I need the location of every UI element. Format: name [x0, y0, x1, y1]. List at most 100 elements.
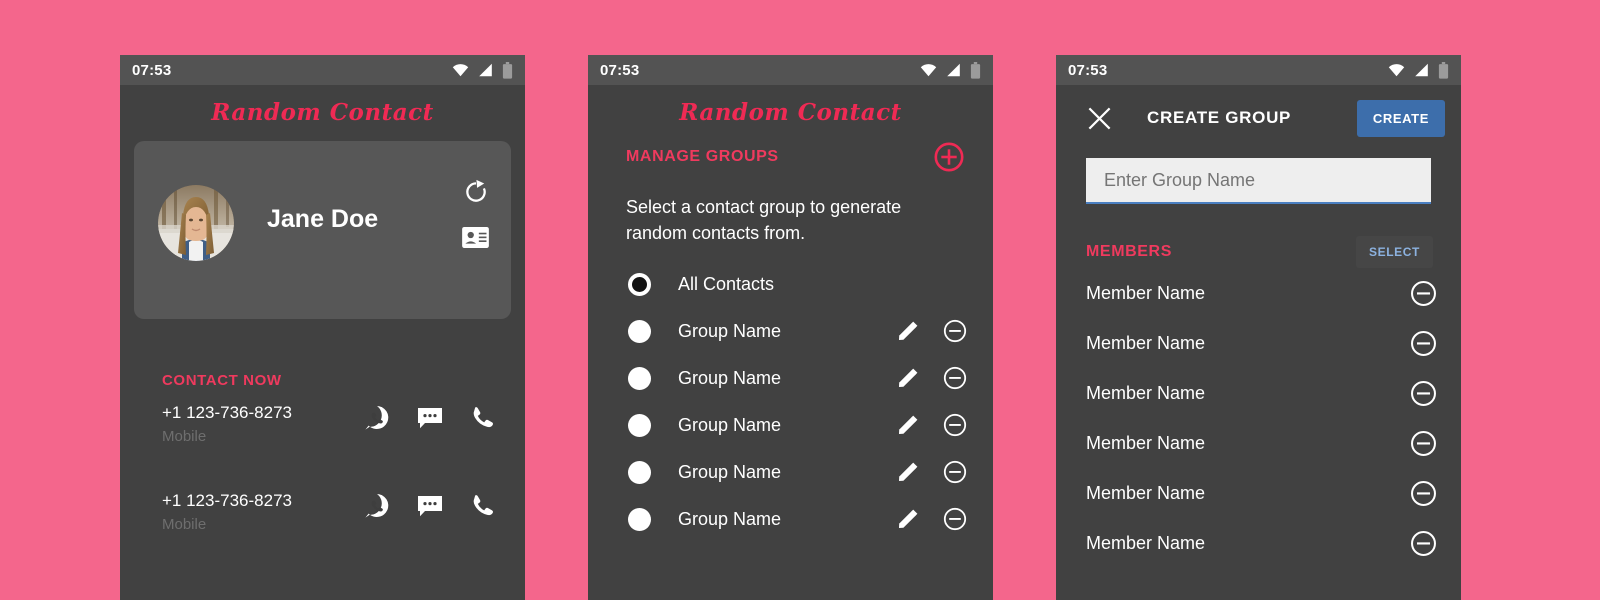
group-row[interactable]: Group Name: [588, 308, 993, 355]
member-row[interactable]: Member Name: [1056, 368, 1461, 418]
close-icon[interactable]: [1086, 105, 1113, 132]
status-bar-icons: [920, 61, 981, 79]
create-button[interactable]: CREATE: [1356, 99, 1445, 137]
group-row-tools: [897, 319, 967, 343]
status-bar-time: 07:53: [1068, 61, 1108, 79]
status-bar: 07:53: [1056, 55, 1461, 85]
member-name: Member Name: [1086, 332, 1206, 353]
battery-icon: [970, 61, 981, 79]
group-radio[interactable]: [628, 413, 651, 437]
member-list: Member Name Member Name Member Name Memb…: [1056, 268, 1461, 568]
remove-circle-icon[interactable]: [1410, 530, 1437, 557]
edit-pencil-icon[interactable]: [897, 508, 919, 530]
group-row-tools: [897, 507, 967, 531]
group-name: All Contacts: [678, 273, 775, 294]
message-icon[interactable]: [417, 495, 443, 517]
add-circle-icon[interactable]: [933, 141, 965, 173]
member-name: Member Name: [1086, 432, 1206, 453]
phone-screen-create-group: 07:53 CREATE GROUP CREATE Enter Group Na…: [1056, 55, 1461, 600]
call-icon[interactable]: [470, 406, 495, 431]
wifi-icon: [452, 64, 469, 77]
member-row[interactable]: Member Name: [1056, 418, 1461, 468]
group-row-all-contacts[interactable]: All Contacts: [588, 261, 993, 308]
group-row[interactable]: Group Name: [588, 402, 993, 449]
signal-icon: [947, 63, 960, 77]
group-list: All Contacts Group Name Group Name Group…: [588, 247, 993, 543]
group-row-tools: [897, 366, 967, 390]
screenshot-stage: 07:53 Random Contact Jane Doe CONTACT NO…: [0, 0, 1600, 600]
group-name: Group Name: [678, 414, 782, 435]
profile-name: Jane Doe: [267, 205, 379, 233]
group-radio[interactable]: [628, 460, 651, 484]
remove-circle-icon[interactable]: [1410, 430, 1437, 457]
battery-icon: [1438, 61, 1449, 79]
member-row[interactable]: Member Name: [1056, 268, 1461, 318]
remove-circle-icon[interactable]: [943, 507, 967, 531]
call-icon[interactable]: [470, 494, 495, 519]
phone-screen-manage-groups: 07:53 Random Contact MANAGE GROUPS Selec…: [588, 55, 993, 600]
remove-circle-icon[interactable]: [1410, 280, 1437, 307]
contact-action-icons: [364, 405, 495, 431]
edit-pencil-icon[interactable]: [897, 461, 919, 483]
contact-row[interactable]: +1 123-736-8273 Mobile: [120, 477, 525, 565]
group-row[interactable]: Group Name: [588, 449, 993, 496]
group-row[interactable]: Group Name: [588, 496, 993, 543]
group-row-tools: [897, 413, 967, 437]
whatsapp-icon[interactable]: [364, 405, 390, 431]
wifi-icon: [1388, 64, 1405, 77]
app-logo: Random Contact: [211, 99, 434, 126]
create-group-appbar: CREATE GROUP CREATE: [1056, 85, 1461, 151]
avatar: [158, 185, 234, 261]
contact-now-title: CONTACT NOW: [162, 372, 282, 389]
message-icon[interactable]: [417, 407, 443, 429]
group-name-input[interactable]: [1102, 168, 1415, 192]
edit-pencil-icon[interactable]: [897, 367, 919, 389]
members-header: MEMBERS SELECT: [1056, 204, 1461, 268]
group-name: Group Name: [678, 461, 782, 482]
member-row[interactable]: Member Name: [1056, 468, 1461, 518]
profile-card-actions: [462, 179, 489, 248]
member-name: Member Name: [1086, 382, 1206, 403]
manage-groups-title: MANAGE GROUPS: [626, 148, 779, 165]
signal-icon: [479, 63, 492, 77]
contact-row[interactable]: +1 123-736-8273 Mobile: [120, 389, 525, 477]
contact-card-icon[interactable]: [462, 227, 489, 248]
member-name: Member Name: [1086, 282, 1206, 303]
contact-number-list: +1 123-736-8273 Mobile +1 123-736-8273 M…: [120, 389, 525, 565]
edit-pencil-icon[interactable]: [897, 320, 919, 342]
remove-circle-icon[interactable]: [943, 413, 967, 437]
app-logo: Random Contact: [679, 99, 902, 126]
member-row[interactable]: Member Name: [1056, 518, 1461, 568]
edit-pencil-icon[interactable]: [897, 414, 919, 436]
profile-card[interactable]: Jane Doe: [134, 141, 511, 319]
remove-circle-icon[interactable]: [943, 366, 967, 390]
remove-circle-icon[interactable]: [1410, 380, 1437, 407]
group-radio[interactable]: [628, 366, 651, 390]
group-row-tools: [897, 460, 967, 484]
group-name-field[interactable]: [1086, 158, 1431, 204]
group-radio[interactable]: [628, 319, 651, 343]
status-bar-time: 07:53: [132, 61, 172, 79]
member-name: Member Name: [1086, 482, 1206, 503]
contact-action-icons: [364, 493, 495, 519]
remove-circle-icon[interactable]: [943, 460, 967, 484]
group-name: Group Name: [678, 367, 782, 388]
group-name: Group Name: [678, 508, 782, 529]
refresh-icon[interactable]: [463, 179, 489, 205]
status-bar: 07:53: [120, 55, 525, 85]
status-bar: 07:53: [588, 55, 993, 85]
status-bar-icons: [1388, 61, 1449, 79]
phone-screen-contact: 07:53 Random Contact Jane Doe CONTACT NO…: [120, 55, 525, 600]
status-bar-time: 07:53: [600, 61, 640, 79]
whatsapp-icon[interactable]: [364, 493, 390, 519]
remove-circle-icon[interactable]: [943, 319, 967, 343]
group-row[interactable]: Group Name: [588, 355, 993, 402]
manage-groups-description: Select a contact group to generate rando…: [626, 197, 902, 243]
remove-circle-icon[interactable]: [1410, 480, 1437, 507]
wifi-icon: [920, 64, 937, 77]
remove-circle-icon[interactable]: [1410, 330, 1437, 357]
group-radio-selected[interactable]: [628, 272, 651, 296]
member-row[interactable]: Member Name: [1056, 318, 1461, 368]
group-radio[interactable]: [628, 507, 651, 531]
select-members-button[interactable]: SELECT: [1356, 236, 1433, 268]
